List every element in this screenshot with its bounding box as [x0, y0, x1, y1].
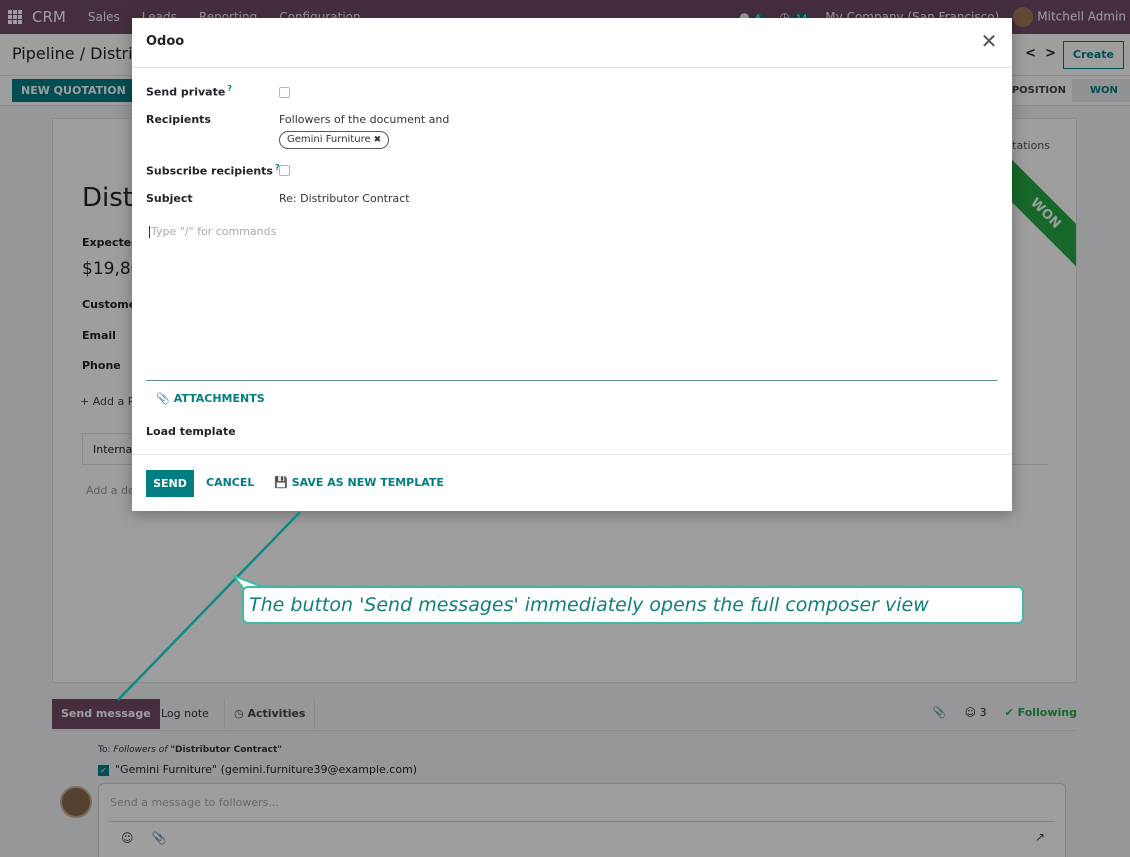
attachments-label: ATTACHMENTS [173, 392, 265, 405]
floppy-disk-icon: 💾 [274, 476, 288, 489]
help-icon[interactable]: ? [227, 84, 232, 93]
subscribe-recipients-text: Subscribe recipients [146, 164, 273, 178]
remove-tag-icon[interactable]: ✖ [374, 135, 382, 145]
attachments-button[interactable]: 📎 ATTACHMENTS [156, 392, 265, 405]
compose-dialog: Odoo ✕ Send private? Recipients Follower… [132, 18, 1012, 511]
load-template-label: Load template [146, 425, 236, 438]
send-private-text: Send private [146, 85, 226, 99]
save-template-label: SAVE AS NEW TEMPLATE [291, 476, 444, 489]
editor-underline [146, 380, 997, 381]
body-editor[interactable]: Type "/" for commands [149, 225, 276, 238]
subject-label: Subject [146, 192, 193, 205]
send-private-checkbox[interactable] [279, 87, 290, 98]
recipients-label: Recipients [146, 113, 211, 126]
dialog-footer: SEND CANCEL 💾 SAVE AS NEW TEMPLATE [132, 454, 1012, 511]
recipient-tag-label: Gemini Furniture [287, 134, 371, 145]
dialog-title: Odoo [146, 34, 185, 49]
save-as-new-template-button[interactable]: 💾 SAVE AS NEW TEMPLATE [274, 476, 444, 489]
subscribe-recipients-checkbox[interactable] [279, 165, 290, 176]
annotation-callout: The button 'Send messages' immediately o… [242, 586, 1024, 624]
recipients-text: Followers of the document and [279, 113, 450, 126]
cancel-button[interactable]: CANCEL [206, 476, 254, 489]
paperclip-icon: 📎 [156, 392, 170, 405]
recipient-tag[interactable]: Gemini Furniture ✖ [279, 131, 390, 149]
subscribe-recipients-label: Subscribe recipients? [146, 163, 280, 178]
send-private-label: Send private? [146, 84, 232, 99]
subject-input[interactable]: Re: Distributor Contract [279, 192, 410, 205]
send-button[interactable]: SEND [146, 470, 194, 497]
dialog-header: Odoo ✕ [132, 18, 1012, 68]
close-icon[interactable]: ✕ [978, 30, 1000, 52]
